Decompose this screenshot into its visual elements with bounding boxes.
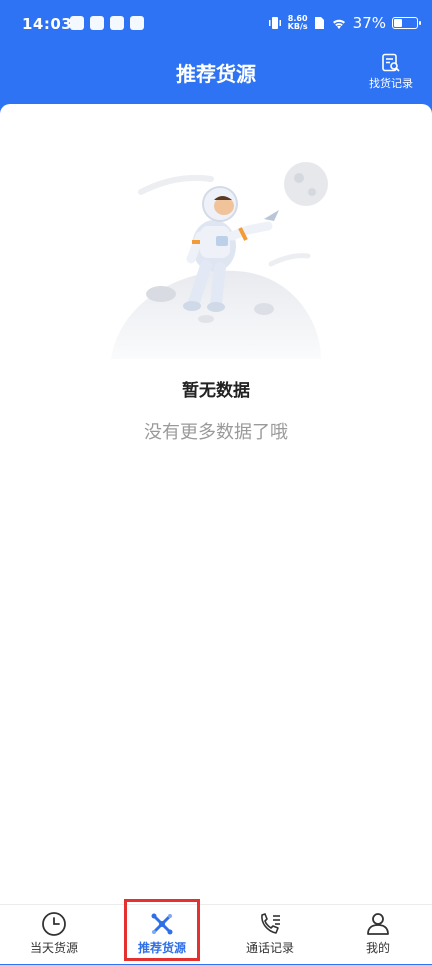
battery-icon (392, 17, 421, 29)
vibrate-icon (268, 17, 281, 29)
tab-label: 当天货源 (29, 941, 78, 955)
wifi-icon (332, 19, 345, 29)
system-indicators: 8.60 KB/s 37% (268, 14, 421, 32)
clock-icon (42, 912, 66, 936)
battery-fill (394, 19, 402, 27)
sim-icon (314, 17, 324, 29)
clock-time: 14:03 (22, 15, 73, 33)
tab-recommended-sources[interactable]: 推荐货源 (108, 899, 216, 965)
tab-label: 我的 (365, 941, 390, 955)
tab-call-records[interactable]: 通话记录 (216, 905, 324, 965)
phone-log-icon (261, 913, 280, 934)
content-area: 暂无数据 没有更多数据了哦 (0, 104, 432, 904)
network-speed: 8.60 KB/s (288, 15, 308, 31)
empty-astronaut-illustration (111, 162, 328, 359)
top-navigation-bar: 推荐货源 找货记录 (0, 50, 432, 102)
app-notification-icon (90, 16, 104, 30)
search-record-label: 找货记录 (369, 77, 413, 90)
network-speed-unit: KB/s (287, 22, 308, 31)
tab-profile[interactable]: 我的 (324, 905, 432, 965)
tab-label: 通话记录 (245, 941, 294, 955)
app-notification-icon (110, 16, 124, 30)
bottom-tab-bar: 当天货源 推荐货源 通话记录 我的 (0, 899, 432, 965)
tab-today-sources[interactable]: 当天货源 (0, 905, 108, 965)
battery-percent: 37% (352, 14, 386, 32)
search-record-button[interactable]: 找货记录 (364, 50, 418, 91)
app-notification-icon (130, 16, 144, 30)
notification-icons (70, 16, 144, 30)
search-record-icon (382, 53, 400, 72)
empty-state-subtitle: 没有更多数据了哦 (144, 422, 288, 443)
selection-highlight (124, 899, 200, 961)
app-notification-icon (70, 16, 84, 30)
user-icon (367, 913, 389, 935)
status-bar: 14:03 8.60 KB/s 37% (0, 0, 432, 50)
empty-state-title: 暂无数据 (182, 381, 250, 401)
